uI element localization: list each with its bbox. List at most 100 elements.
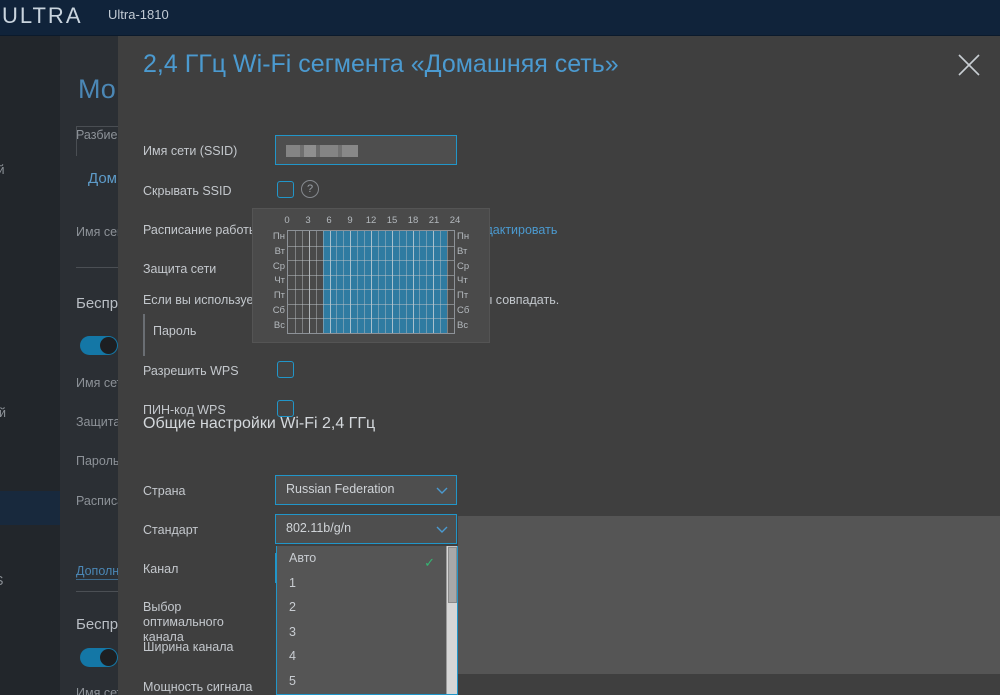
- schedule-hour-tick: 21: [428, 215, 440, 226]
- channel-dropdown-items[interactable]: Авто ✓ 1 2 3 4 5: [277, 546, 457, 694]
- close-icon[interactable]: [952, 48, 986, 82]
- field-label-ssid-1: Имя сет: [76, 376, 123, 390]
- schedule-day-label: Ср: [457, 260, 470, 272]
- schedule-day-label: Вс: [273, 319, 285, 331]
- schedule-gridline-h: [288, 260, 454, 262]
- wps-label: Разрешить WPS: [143, 364, 239, 378]
- sidebar-item-label-4: ий: [0, 406, 6, 420]
- standard-select[interactable]: 802.11b/g/n: [275, 514, 457, 544]
- ssid-masked-value: [286, 145, 358, 157]
- channel-label: Канал: [143, 562, 179, 576]
- country-select-value: Russian Federation: [286, 482, 395, 496]
- section-wireless-2: Беспр: [76, 616, 119, 633]
- dropdown-option[interactable]: 1: [277, 571, 457, 596]
- schedule-hour-tick: 15: [386, 215, 398, 226]
- schedule-hour-tick: 3: [305, 215, 311, 226]
- toggle-wireless-2[interactable]: [80, 648, 118, 667]
- schedule-day-label: Чт: [274, 275, 285, 287]
- schedule-day-label: Пт: [273, 290, 285, 302]
- dropdown-scrollbar[interactable]: [446, 546, 457, 694]
- help-icon[interactable]: ?: [301, 180, 319, 198]
- security-label: Защита сети: [143, 262, 217, 276]
- schedule-day-label: Вт: [274, 245, 285, 257]
- field-label-schedule-1: Расписа: [76, 494, 125, 508]
- ssid-label: Имя сети (SSID): [143, 144, 238, 158]
- schedule-day-label: Сб: [272, 304, 285, 316]
- dropdown-option[interactable]: Авто ✓: [277, 546, 457, 571]
- dropdown-option-label: 4: [289, 649, 296, 664]
- schedule-day-label: Пт: [457, 290, 469, 302]
- schedule-day-label: Пн: [272, 231, 285, 242]
- dropdown-backdrop-panel: [458, 516, 1000, 674]
- link-additional-settings[interactable]: Дополн: [76, 564, 120, 580]
- section-wireless-1: Беспр: [76, 295, 119, 312]
- schedule-gridline-h: [288, 289, 454, 291]
- schedule-day-label: Пн: [457, 231, 470, 242]
- scrollbar-thumb[interactable]: [448, 547, 457, 603]
- standard-select-value: 802.11b/g/n: [286, 521, 352, 535]
- schedule-label: Расписание работы: [143, 223, 258, 237]
- common-settings-heading: Общие настройки Wi-Fi 2,4 ГГц: [143, 415, 376, 432]
- schedule-day-label: Чт: [457, 275, 468, 287]
- standard-label: Стандарт: [143, 523, 199, 537]
- dropdown-option-label: 3: [289, 624, 296, 639]
- dropdown-option-label: Авто: [289, 551, 317, 565]
- tab-home[interactable]: Дом: [88, 170, 117, 187]
- wps-checkbox[interactable]: [277, 361, 294, 378]
- chevron-down-icon: [436, 525, 448, 535]
- field-label-password-1: Пароль: [76, 454, 120, 468]
- brand-logo: ULTRA: [2, 3, 83, 28]
- dropdown-option[interactable]: 4: [277, 644, 457, 669]
- channel-width-label: Ширина канала: [143, 640, 234, 654]
- schedule-gridline-h: [288, 303, 454, 305]
- schedule-day-label: Вт: [457, 245, 468, 257]
- schedule-popup[interactable]: 0 3 6 9 12 15 18 21 24 Пн Вт Ср Чт Пт Сб Вс Пн Вт Ср Чт Пт…: [252, 208, 490, 343]
- schedule-hour-axis: 0 3 6 9 12 15 18 21 24: [284, 215, 460, 229]
- country-label: Страна: [143, 484, 186, 498]
- hide-ssid-label: Скрывать SSID: [143, 184, 232, 198]
- password-label: Пароль: [153, 324, 197, 338]
- field-label-segment-name: Имя сег: [76, 225, 122, 239]
- dropdown-option[interactable]: 5: [277, 669, 457, 694]
- schedule-hour-tick: 0: [284, 215, 290, 226]
- schedule-day-axis-left: Пн Вт Ср Чт Пт Сб Вс: [261, 230, 285, 334]
- schedule-hour-tick: 24: [449, 215, 461, 226]
- schedule-day-label: Ср: [272, 260, 285, 272]
- sidebar-selected-item[interactable]: [0, 491, 60, 525]
- schedule-hour-tick: 18: [407, 215, 419, 226]
- schedule-day-label: Сб: [457, 304, 470, 316]
- device-model-label: Ultra-1810: [108, 7, 169, 22]
- schedule-gridline-h: [288, 245, 454, 247]
- schedule-grid[interactable]: 0 3 6 9 12 15 18 21 24 Пн Вт Ср Чт Пт Сб Вс Пн Вт Ср Чт Пт…: [261, 215, 481, 336]
- top-bar: ULTRA Ultra-1810: [0, 0, 1000, 36]
- sidebar-item-label-apps: ложений: [0, 163, 5, 177]
- schedule-day-axis-right: Пн Вт Ср Чт Пт Сб Вс: [457, 230, 481, 334]
- dropdown-option-label: 1: [289, 575, 296, 590]
- optimal-channel-label: Выбор оптимального канала: [143, 600, 224, 644]
- dropdown-option-label: 5: [289, 673, 296, 688]
- schedule-hour-tick: 12: [365, 215, 377, 226]
- dropdown-option[interactable]: 3: [277, 620, 457, 645]
- schedule-cells[interactable]: [287, 230, 455, 334]
- chevron-down-icon: [436, 486, 448, 496]
- signal-power-label: Мощность сигнала: [143, 680, 253, 694]
- password-accent-bar: [143, 314, 145, 356]
- schedule-day-label: Вс: [457, 319, 469, 331]
- hide-ssid-checkbox[interactable]: [277, 181, 294, 198]
- schedule-hour-tick: 9: [347, 215, 353, 226]
- page-title: Мо: [78, 74, 116, 104]
- sidebar-item-label-qos: oS: [0, 574, 3, 588]
- dropdown-option[interactable]: 2: [277, 595, 457, 620]
- dialog-title: 2,4 ГГц Wi-Fi сегмента «Домашняя сеть»: [143, 50, 619, 78]
- screen: ULTRA Ultra-1810 ложений ий oS Мо Разбие…: [0, 0, 1000, 695]
- ssid-input[interactable]: [275, 135, 457, 165]
- channel-dropdown-list[interactable]: Авто ✓ 1 2 3 4 5: [276, 546, 458, 695]
- schedule-gridline-h: [288, 274, 454, 276]
- schedule-gridline-h: [288, 318, 454, 320]
- wifi-settings-dialog: 2,4 ГГц Wi-Fi сегмента «Домашняя сеть» И…: [118, 36, 1000, 695]
- toggle-wireless-1[interactable]: [80, 336, 118, 355]
- country-select[interactable]: Russian Federation: [275, 475, 457, 505]
- field-label-security-1: Защита: [76, 415, 121, 429]
- sidebar-primary[interactable]: ложений ий oS: [0, 36, 60, 695]
- field-label-ssid-2: Имя сет: [76, 686, 123, 695]
